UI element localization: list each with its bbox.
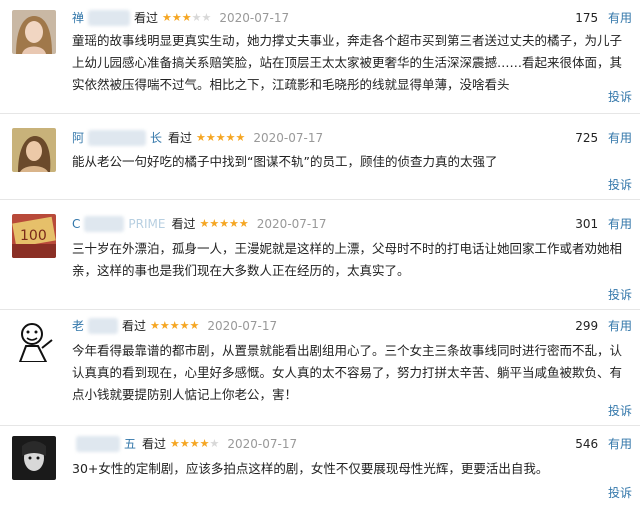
username-suffix[interactable]: PRIME: [128, 214, 165, 234]
star-rating: ★★★★★: [150, 319, 200, 332]
avatar[interactable]: 100: [12, 214, 56, 258]
star-rating: ★★★★★: [199, 217, 249, 230]
report-button[interactable]: 投诉: [608, 176, 632, 193]
useful-button[interactable]: 有用: [608, 131, 632, 145]
useful-button[interactable]: 有用: [608, 217, 632, 231]
report-button[interactable]: 投诉: [608, 402, 632, 419]
vote-area: 299 有用: [575, 316, 632, 336]
review-meta: 老 看过 ★★★★★ 2020-07-17: [72, 316, 277, 336]
vote-count: 299: [575, 319, 599, 333]
review-item: 老 看过 ★★★★★ 2020-07-17 299 有用 今年看得最靠谱的都市剧…: [0, 310, 640, 426]
username-suffix[interactable]: 五: [124, 434, 136, 454]
review-content: 三十岁在外漂泊，孤身一人，王漫妮就是这样的上漂，父母时不时的打电话让她回家工作或…: [72, 241, 623, 278]
review-content: 童瑶的故事线明显更真实生动，她力撑丈夫事业，奔走各个超市买到第三者送过丈夫的橘子…: [72, 33, 623, 92]
username-suffix[interactable]: 长: [150, 128, 162, 148]
review-date: 2020-07-17: [207, 319, 278, 333]
review-date: 2020-07-17: [256, 217, 327, 231]
review-date: 2020-07-17: [227, 437, 298, 451]
blurred-username: [88, 130, 147, 146]
review-meta: 禅 看过 ★★★★★ 2020-07-17: [72, 8, 289, 28]
useful-button[interactable]: 有用: [608, 319, 632, 333]
review-item: 阿 长 看过 ★★★★★ 2020-07-17 725 有用 能从老公一句好吃的…: [0, 114, 640, 200]
username[interactable]: 阿: [72, 128, 84, 148]
username[interactable]: 老: [72, 316, 84, 336]
avatar[interactable]: [12, 10, 56, 54]
vote-area: 175 有用: [575, 8, 632, 28]
review-item: 100 C PRIME 看过 ★★★★★ 2020-07-17 301 有用 三…: [0, 200, 640, 310]
username[interactable]: 禅: [72, 8, 84, 28]
star-rating: ★★★★★: [162, 11, 212, 24]
watched-label: 看过: [142, 437, 167, 451]
vote-count: 725: [575, 131, 599, 145]
review-content: 30+女性的定制剧，应该多拍点这样的剧，女性不仅要展现母性光辉，更要活出自我。: [72, 461, 549, 476]
vote-count: 301: [575, 217, 599, 231]
review-date: 2020-07-17: [219, 11, 290, 25]
vote-count: 546: [575, 437, 599, 451]
report-button[interactable]: 投诉: [608, 88, 632, 105]
blurred-username: [88, 10, 131, 26]
watched-label: 看过: [134, 11, 159, 25]
avatar[interactable]: [12, 318, 56, 362]
watched-label: 看过: [171, 217, 196, 231]
svg-text:100: 100: [20, 228, 47, 244]
avatar[interactable]: [12, 128, 56, 172]
review-item: 禅 看过 ★★★★★ 2020-07-17 175 有用 童瑶的故事线明显更真实…: [0, 0, 640, 114]
vote-count: 175: [575, 11, 599, 25]
review-meta: 五 看过 ★★★★★ 2020-07-17: [72, 434, 297, 454]
avatar[interactable]: [12, 436, 56, 480]
review-content: 今年看得最靠谱的都市剧，从置景就能看出剧组用心了。三个女主三条故事线同时进行密而…: [72, 343, 623, 402]
review-item: 五 看过 ★★★★★ 2020-07-17 546 有用 30+女性的定制剧，应…: [0, 426, 640, 509]
star-rating: ★★★★★: [170, 437, 220, 450]
blurred-username: [84, 216, 125, 232]
blurred-username: [88, 318, 119, 334]
report-button[interactable]: 投诉: [608, 286, 632, 303]
vote-area: 725 有用: [575, 128, 632, 148]
watched-label: 看过: [168, 131, 193, 145]
vote-area: 301 有用: [575, 214, 632, 234]
star-rating: ★★★★★: [196, 131, 246, 144]
watched-label: 看过: [122, 319, 147, 333]
blurred-username: [76, 436, 120, 452]
username[interactable]: C: [72, 214, 80, 234]
useful-button[interactable]: 有用: [608, 437, 632, 451]
review-meta: C PRIME 看过 ★★★★★ 2020-07-17: [72, 214, 327, 234]
review-date: 2020-07-17: [253, 131, 324, 145]
useful-button[interactable]: 有用: [608, 11, 632, 25]
review-list: 禅 看过 ★★★★★ 2020-07-17 175 有用 童瑶的故事线明显更真实…: [0, 0, 640, 509]
vote-area: 546 有用: [575, 434, 632, 454]
review-content: 能从老公一句好吃的橘子中找到“图谋不轨”的员工，顾佳的侦查力真的太强了: [72, 154, 498, 169]
report-button[interactable]: 投诉: [608, 484, 632, 501]
review-meta: 阿 长 看过 ★★★★★ 2020-07-17: [72, 128, 323, 148]
